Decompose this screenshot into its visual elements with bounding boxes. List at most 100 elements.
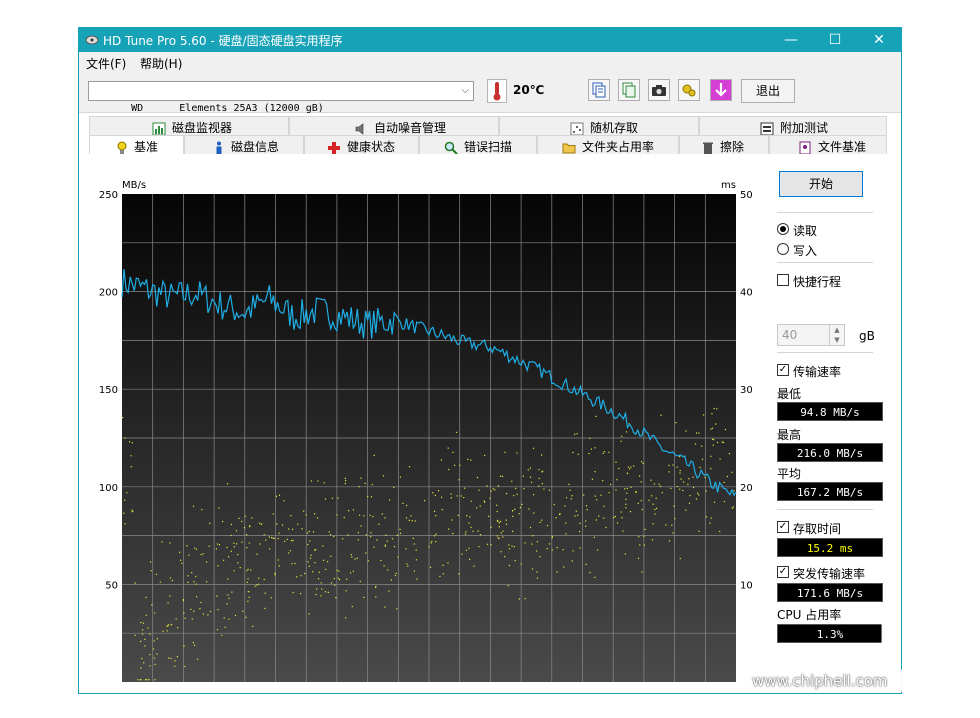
options-button[interactable] bbox=[678, 79, 700, 101]
access-point bbox=[539, 556, 541, 558]
tab-random-access[interactable]: 随机存取 bbox=[499, 116, 699, 136]
access-point bbox=[671, 524, 673, 526]
access-point bbox=[306, 532, 309, 534]
access-point bbox=[497, 520, 499, 523]
access-point bbox=[621, 435, 623, 437]
tab-label: 健康状态 bbox=[347, 140, 396, 154]
control-panel: 开始 读取 写入 快捷行程 40 ▲ ▼ gB ✓ 传输速率 最低 94.8 M… bbox=[777, 154, 887, 688]
tab-noise-management[interactable]: 自动噪音管理 bbox=[289, 116, 499, 136]
tab-extra-tests[interactable]: 附加测试 bbox=[699, 116, 887, 136]
access-point bbox=[603, 505, 605, 507]
access-point bbox=[343, 516, 345, 519]
access-point bbox=[342, 538, 344, 540]
access-point bbox=[339, 579, 341, 581]
access-point bbox=[345, 480, 347, 482]
access-point bbox=[131, 509, 133, 511]
access-point bbox=[215, 548, 217, 550]
spin-down-icon[interactable]: ▼ bbox=[829, 335, 844, 345]
access-point bbox=[605, 526, 607, 529]
access-time-checkbox[interactable]: ✓ bbox=[777, 521, 789, 533]
app-icon bbox=[85, 35, 99, 45]
access-point bbox=[348, 510, 350, 512]
tab-disk-monitor[interactable]: 磁盘监视器 bbox=[89, 116, 289, 136]
short-stroke-checkbox[interactable] bbox=[777, 274, 789, 286]
access-point bbox=[131, 510, 133, 513]
access-point bbox=[278, 494, 281, 496]
access-point bbox=[652, 503, 654, 505]
tab-disk-info[interactable]: 磁盘信息 bbox=[184, 135, 304, 155]
access-point bbox=[716, 408, 718, 410]
access-point bbox=[247, 568, 249, 570]
access-point bbox=[548, 489, 550, 491]
save-button[interactable] bbox=[710, 79, 732, 101]
menu-file[interactable]: 文件(F) bbox=[86, 55, 126, 72]
access-point bbox=[300, 593, 302, 595]
tab-health[interactable]: 健康状态 bbox=[304, 135, 419, 155]
title-bar[interactable]: HD Tune Pro 5.60 - 硬盘/固态硬盘实用程序 — ☐ ✕ bbox=[79, 28, 901, 52]
access-point bbox=[322, 545, 324, 547]
minimize-button[interactable]: — bbox=[769, 28, 813, 52]
access-point bbox=[354, 558, 356, 560]
folder-icon bbox=[562, 143, 576, 153]
access-point bbox=[134, 582, 136, 584]
close-button[interactable]: ✕ bbox=[857, 28, 901, 52]
access-point bbox=[400, 532, 402, 534]
access-point bbox=[217, 609, 219, 611]
left-tick-label: 100 bbox=[99, 483, 118, 494]
copy-text-button[interactable] bbox=[588, 79, 610, 101]
speaker-icon bbox=[355, 122, 364, 135]
tab-folder-usage[interactable]: 文件夹占用率 bbox=[537, 135, 679, 155]
chevron-down-icon[interactable]: ⌵ bbox=[461, 82, 469, 100]
tab-error-scan[interactable]: 错误扫描 bbox=[419, 135, 537, 155]
access-point bbox=[672, 464, 674, 466]
access-point bbox=[585, 563, 587, 565]
access-point bbox=[358, 486, 360, 488]
access-point bbox=[539, 521, 541, 523]
access-point bbox=[434, 494, 436, 496]
access-point bbox=[315, 594, 317, 596]
access-point bbox=[435, 533, 437, 535]
tab-benchmark[interactable]: 基准 bbox=[89, 135, 184, 155]
burst-rate-label: 突发传输速率 bbox=[793, 567, 866, 581]
screenshot-button[interactable] bbox=[648, 79, 670, 101]
read-radio[interactable] bbox=[777, 223, 789, 235]
exit-button[interactable]: 退出 bbox=[741, 79, 795, 103]
access-point bbox=[124, 523, 126, 525]
access-point bbox=[190, 608, 192, 610]
access-point bbox=[411, 520, 413, 522]
access-point bbox=[654, 508, 656, 511]
burst-rate-checkbox[interactable]: ✓ bbox=[777, 566, 789, 578]
tab-erase[interactable]: 擦除 bbox=[679, 135, 769, 155]
spin-up-icon[interactable]: ▲ bbox=[829, 325, 844, 335]
access-point bbox=[710, 428, 712, 430]
tab-file-benchmark[interactable]: 文件基准 bbox=[769, 135, 887, 155]
access-point bbox=[538, 477, 540, 480]
access-point bbox=[616, 522, 619, 524]
transfer-rate-checkbox[interactable]: ✓ bbox=[777, 364, 789, 376]
access-point bbox=[150, 570, 152, 572]
access-point bbox=[154, 612, 156, 614]
start-button[interactable]: 开始 bbox=[779, 171, 863, 197]
short-stroke-spinner[interactable]: 40 ▲ ▼ bbox=[777, 324, 845, 346]
access-point bbox=[457, 514, 459, 516]
menu-help[interactable]: 帮助(H) bbox=[140, 55, 182, 72]
maximize-button[interactable]: ☐ bbox=[813, 28, 857, 52]
access-point bbox=[594, 447, 596, 449]
access-point bbox=[712, 444, 714, 446]
access-point bbox=[688, 478, 690, 480]
access-point bbox=[651, 495, 653, 497]
access-point bbox=[230, 550, 232, 552]
access-point bbox=[496, 504, 498, 506]
access-point bbox=[201, 509, 203, 511]
benchmark-chart: MB/s ms 250 200 150 100 50 50 40 30 20 10 bbox=[99, 180, 753, 682]
access-point bbox=[142, 622, 145, 624]
access-point bbox=[603, 451, 605, 453]
access-point bbox=[527, 469, 529, 471]
health-cross-icon bbox=[328, 141, 340, 154]
drive-select[interactable]: WD Elements 25A3 (12000 gB) ⌵ bbox=[88, 81, 474, 114]
avg-label: 平均 bbox=[777, 467, 802, 481]
access-point bbox=[455, 431, 458, 433]
copy-screen-button[interactable] bbox=[618, 79, 640, 101]
write-radio[interactable] bbox=[777, 243, 789, 255]
access-point bbox=[180, 559, 182, 561]
